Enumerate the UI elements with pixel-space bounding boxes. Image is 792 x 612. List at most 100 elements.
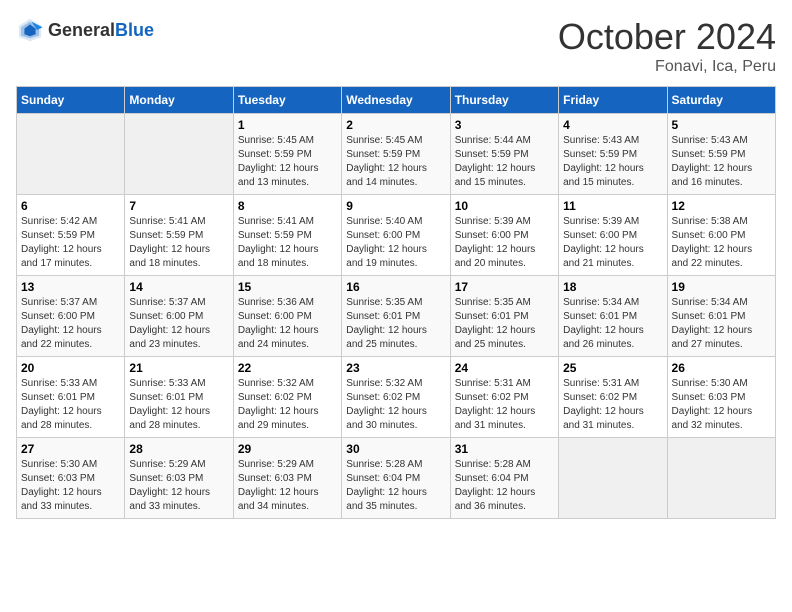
day-info: Sunrise: 5:37 AMSunset: 6:00 PMDaylight:…	[21, 296, 120, 352]
day-number: 6	[21, 199, 120, 213]
table-row: 20Sunrise: 5:33 AMSunset: 6:01 PMDayligh…	[17, 357, 125, 438]
calendar-week-row: 20 Sunrise: 5:33 AMSunset: 6:01 PMDayligh…	[17, 357, 776, 438]
day-number: 15	[238, 280, 337, 294]
day-info: Sunrise: 5:34 AMSunset: 6:01 PMDaylight:…	[563, 296, 662, 352]
table-row: 9 Sunrise: 5:40 AMSunset: 6:00 PMDaylight…	[342, 195, 450, 276]
table-row	[667, 438, 775, 519]
day-number: 1	[238, 118, 337, 132]
calendar-week-row: 6 Sunrise: 5:42 AMSunset: 5:59 PMDaylight…	[17, 195, 776, 276]
day-info: Sunrise: 5:45 AMSunset: 5:59 PMDaylight:…	[346, 134, 445, 190]
table-row: 5 Sunrise: 5:43 AMSunset: 5:59 PMDaylight…	[667, 114, 775, 195]
day-number: 16	[346, 280, 445, 294]
day-number: 31	[455, 442, 554, 456]
day-number: 28	[129, 442, 228, 456]
header-monday: Monday	[125, 87, 233, 114]
day-info: Sunrise: 5:32 AMSunset: 6:02 PMDaylight:…	[238, 377, 337, 433]
day-number: 5	[672, 118, 771, 132]
table-row: 21Sunrise: 5:33 AMSunset: 6:01 PMDayligh…	[125, 357, 233, 438]
day-number: 24	[455, 361, 554, 375]
page-header: General Blue October 2024 Fonavi, Ica, P…	[16, 16, 776, 76]
table-row: 28 Sunrise: 5:29 AMSunset: 6:03 PMDayligh…	[125, 438, 233, 519]
day-info: Sunrise: 5:28 AMSunset: 6:04 PMDaylight:…	[346, 458, 445, 514]
table-row: 26Sunrise: 5:30 AMSunset: 6:03 PMDayligh…	[667, 357, 775, 438]
day-number: 4	[563, 118, 662, 132]
day-number: 22	[238, 361, 337, 375]
table-row: 6 Sunrise: 5:42 AMSunset: 5:59 PMDaylight…	[17, 195, 125, 276]
day-info: Sunrise: 5:35 AMSunset: 6:01 PMDaylight:…	[455, 296, 554, 352]
day-number: 17	[455, 280, 554, 294]
day-info: Sunrise: 5:42 AMSunset: 5:59 PMDaylight:…	[21, 215, 120, 271]
table-row: 24 Sunrise: 5:31 AMSunset: 6:02 PMDayligh…	[450, 357, 558, 438]
day-info: Sunrise: 5:41 AMSunset: 5:59 PMDaylight:…	[238, 215, 337, 271]
day-info: Sunrise: 5:39 AMSunset: 6:00 PMDaylight:…	[455, 215, 554, 271]
table-row: 18Sunrise: 5:34 AMSunset: 6:01 PMDayligh…	[559, 276, 667, 357]
calendar-week-row: 13 Sunrise: 5:37 AMSunset: 6:00 PMDayligh…	[17, 276, 776, 357]
day-info: Sunrise: 5:41 AMSunset: 5:59 PMDaylight:…	[129, 215, 228, 271]
day-info: Sunrise: 5:37 AMSunset: 6:00 PMDaylight:…	[129, 296, 228, 352]
table-row: 17 Sunrise: 5:35 AMSunset: 6:01 PMDayligh…	[450, 276, 558, 357]
logo-general: General	[48, 20, 115, 41]
day-number: 8	[238, 199, 337, 213]
table-row: 31 Sunrise: 5:28 AMSunset: 6:04 PMDayligh…	[450, 438, 558, 519]
day-info: Sunrise: 5:28 AMSunset: 6:04 PMDaylight:…	[455, 458, 554, 514]
logo-icon	[16, 16, 44, 44]
table-row: 16 Sunrise: 5:35 AMSunset: 6:01 PMDayligh…	[342, 276, 450, 357]
day-info: Sunrise: 5:40 AMSunset: 6:00 PMDaylight:…	[346, 215, 445, 271]
day-info: Sunrise: 5:34 AMSunset: 6:01 PMDaylight:…	[672, 296, 771, 352]
day-number: 27	[21, 442, 120, 456]
table-row: 29 Sunrise: 5:29 AMSunset: 6:03 PMDayligh…	[233, 438, 341, 519]
day-number: 19	[672, 280, 771, 294]
table-row: 1 Sunrise: 5:45 AMSunset: 5:59 PMDaylight…	[233, 114, 341, 195]
logo-blue: Blue	[115, 20, 154, 41]
month-title: October 2024	[558, 16, 776, 58]
table-row: 7 Sunrise: 5:41 AMSunset: 5:59 PMDaylight…	[125, 195, 233, 276]
day-number: 13	[21, 280, 120, 294]
day-info: Sunrise: 5:43 AMSunset: 5:59 PMDaylight:…	[563, 134, 662, 190]
calendar-header-row: Sunday Monday Tuesday Wednesday Thursday…	[17, 87, 776, 114]
day-info: Sunrise: 5:33 AMSunset: 6:01 PMDaylight:…	[129, 377, 228, 433]
header-tuesday: Tuesday	[233, 87, 341, 114]
calendar-week-row: 27Sunrise: 5:30 AMSunset: 6:03 PMDayligh…	[17, 438, 776, 519]
day-number: 23	[346, 361, 445, 375]
logo-text: General Blue	[48, 20, 154, 41]
table-row	[125, 114, 233, 195]
day-number: 2	[346, 118, 445, 132]
day-info: Sunrise: 5:38 AMSunset: 6:00 PMDaylight:…	[672, 215, 771, 271]
day-info: Sunrise: 5:31 AMSunset: 6:02 PMDaylight:…	[563, 377, 662, 433]
day-number: 25	[563, 361, 662, 375]
day-number: 26	[672, 361, 771, 375]
table-row: 15Sunrise: 5:36 AMSunset: 6:00 PMDayligh…	[233, 276, 341, 357]
day-info: Sunrise: 5:39 AMSunset: 6:00 PMDaylight:…	[563, 215, 662, 271]
day-number: 11	[563, 199, 662, 213]
day-info: Sunrise: 5:43 AMSunset: 5:59 PMDaylight:…	[672, 134, 771, 190]
day-info: Sunrise: 5:29 AMSunset: 6:03 PMDaylight:…	[238, 458, 337, 514]
table-row: 2 Sunrise: 5:45 AMSunset: 5:59 PMDaylight…	[342, 114, 450, 195]
day-info: Sunrise: 5:35 AMSunset: 6:01 PMDaylight:…	[346, 296, 445, 352]
table-row: 14Sunrise: 5:37 AMSunset: 6:00 PMDayligh…	[125, 276, 233, 357]
day-info: Sunrise: 5:29 AMSunset: 6:03 PMDaylight:…	[129, 458, 228, 514]
header-wednesday: Wednesday	[342, 87, 450, 114]
table-row: 12Sunrise: 5:38 AMSunset: 6:00 PMDayligh…	[667, 195, 775, 276]
table-row: 10 Sunrise: 5:39 AMSunset: 6:00 PMDayligh…	[450, 195, 558, 276]
location-subtitle: Fonavi, Ica, Peru	[558, 58, 776, 76]
table-row: 13 Sunrise: 5:37 AMSunset: 6:00 PMDayligh…	[17, 276, 125, 357]
day-number: 7	[129, 199, 228, 213]
table-row	[17, 114, 125, 195]
day-number: 29	[238, 442, 337, 456]
table-row: 27Sunrise: 5:30 AMSunset: 6:03 PMDayligh…	[17, 438, 125, 519]
table-row: 22 Sunrise: 5:32 AMSunset: 6:02 PMDayligh…	[233, 357, 341, 438]
day-info: Sunrise: 5:45 AMSunset: 5:59 PMDaylight:…	[238, 134, 337, 190]
day-info: Sunrise: 5:31 AMSunset: 6:02 PMDaylight:…	[455, 377, 554, 433]
calendar-week-row: 1 Sunrise: 5:45 AMSunset: 5:59 PMDaylight…	[17, 114, 776, 195]
table-row: 11 Sunrise: 5:39 AMSunset: 6:00 PMDayligh…	[559, 195, 667, 276]
day-number: 3	[455, 118, 554, 132]
table-row: 19 Sunrise: 5:34 AMSunset: 6:01 PMDayligh…	[667, 276, 775, 357]
table-row: 25 Sunrise: 5:31 AMSunset: 6:02 PMDayligh…	[559, 357, 667, 438]
table-row: 30Sunrise: 5:28 AMSunset: 6:04 PMDayligh…	[342, 438, 450, 519]
day-number: 10	[455, 199, 554, 213]
header-thursday: Thursday	[450, 87, 558, 114]
table-row	[559, 438, 667, 519]
logo: General Blue	[16, 16, 154, 44]
day-number: 20	[21, 361, 120, 375]
day-number: 9	[346, 199, 445, 213]
